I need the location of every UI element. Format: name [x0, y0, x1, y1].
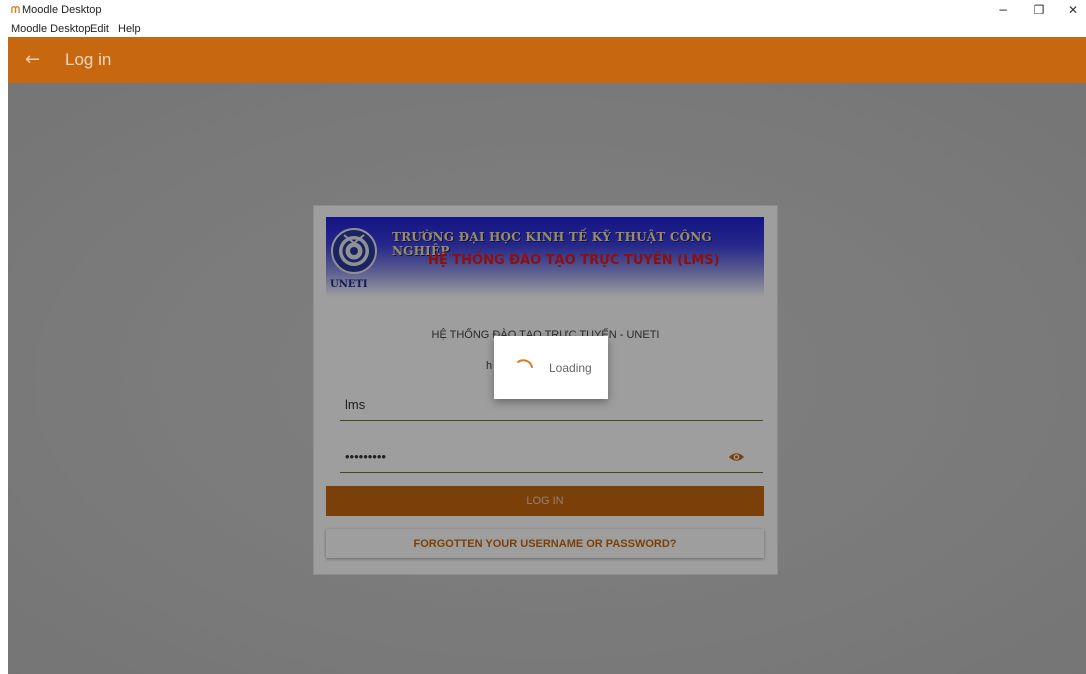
app-header: ← Log in [8, 37, 1086, 83]
page-title: Log in [65, 50, 112, 69]
forgot-password-label: FORGOTTEN YOUR USERNAME OR PASSWORD? [413, 537, 677, 550]
password-value: ••••••••• [345, 449, 386, 464]
eye-icon[interactable] [728, 451, 745, 463]
loading-text: Loading [549, 361, 592, 375]
arrow-left-icon[interactable]: ← [25, 49, 40, 70]
restore-icon: ❐ [1033, 3, 1045, 17]
university-logo-icon [331, 228, 377, 274]
window-title: Moodle Desktop [22, 4, 102, 16]
menu-help[interactable]: Help [118, 23, 141, 35]
username-value: lms [345, 397, 366, 412]
close-icon: ✕ [1067, 3, 1079, 17]
site-banner: UNETI TRƯỜNG ĐẠI HỌC KINH TẾ KỸ THUẬT CÔ… [326, 217, 764, 297]
minimize-icon: − [997, 3, 1009, 17]
banner-system-name: HỆ THỐNG ĐÀO TẠO TRỰC TUYẾN (LMS) [428, 253, 720, 268]
restore-button[interactable]: ❐ [1022, 0, 1056, 20]
forgot-password-button[interactable]: FORGOTTEN YOUR USERNAME OR PASSWORD? [326, 529, 764, 558]
login-button-label: LOG IN [526, 495, 564, 507]
window-titlebar: Moodle Desktop − ❐ ✕ [0, 0, 1086, 20]
menu-bar: Moodle Desktop Edit Help [0, 20, 1086, 37]
spinner-icon [517, 359, 533, 368]
site-url: h [486, 360, 493, 372]
minimize-button[interactable]: − [986, 0, 1020, 20]
close-button[interactable]: ✕ [1056, 0, 1086, 20]
loading-dialog: Loading [494, 336, 608, 399]
logo-text: UNETI [330, 279, 368, 290]
login-button[interactable]: LOG IN [326, 486, 764, 516]
password-field[interactable]: ••••••••• [340, 444, 763, 473]
moodle-app-icon [11, 6, 20, 14]
menu-edit[interactable]: Edit [90, 23, 109, 35]
menu-moodle-desktop[interactable]: Moodle Desktop [11, 23, 91, 35]
